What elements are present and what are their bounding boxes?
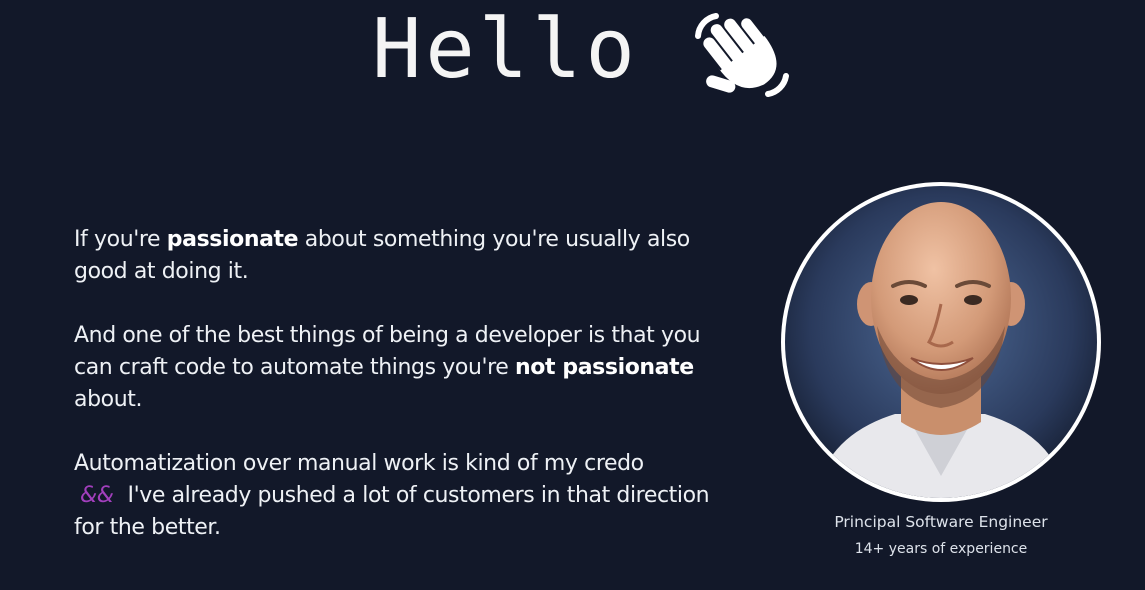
intro-paragraph-1: If you're passionate about something you… — [74, 224, 714, 288]
ampersand-operator: && — [80, 483, 114, 508]
intro-text-span: If you're — [74, 227, 167, 252]
intro-text: If you're passionate about something you… — [74, 224, 714, 576]
emphasis-not-passionate: not passionate — [515, 355, 694, 380]
hero-header: Hello — [0, 0, 1145, 110]
hero-title: Hello — [372, 2, 639, 97]
intro-text-span: I've already pushed a lot of customers i… — [74, 483, 710, 540]
profile-photo-frame — [781, 182, 1101, 502]
portrait-illustration — [785, 186, 1097, 498]
intro-text-span: Automatization over manual work is kind … — [74, 451, 644, 476]
profile-photo — [785, 186, 1097, 498]
waving-hand-icon — [695, 13, 789, 97]
emphasis-passionate: passionate — [166, 227, 299, 252]
intro-text-span: about. — [74, 387, 143, 412]
profile-experience: 14+ years of experience — [854, 541, 1028, 557]
page: Hello If you're passionate about somethi… — [0, 0, 1145, 590]
intro-paragraph-2: And one of the best things of being a de… — [74, 320, 714, 416]
profile-role: Principal Software Engineer — [834, 513, 1048, 531]
intro-paragraph-3: Automatization over manual work is kind … — [74, 448, 714, 544]
